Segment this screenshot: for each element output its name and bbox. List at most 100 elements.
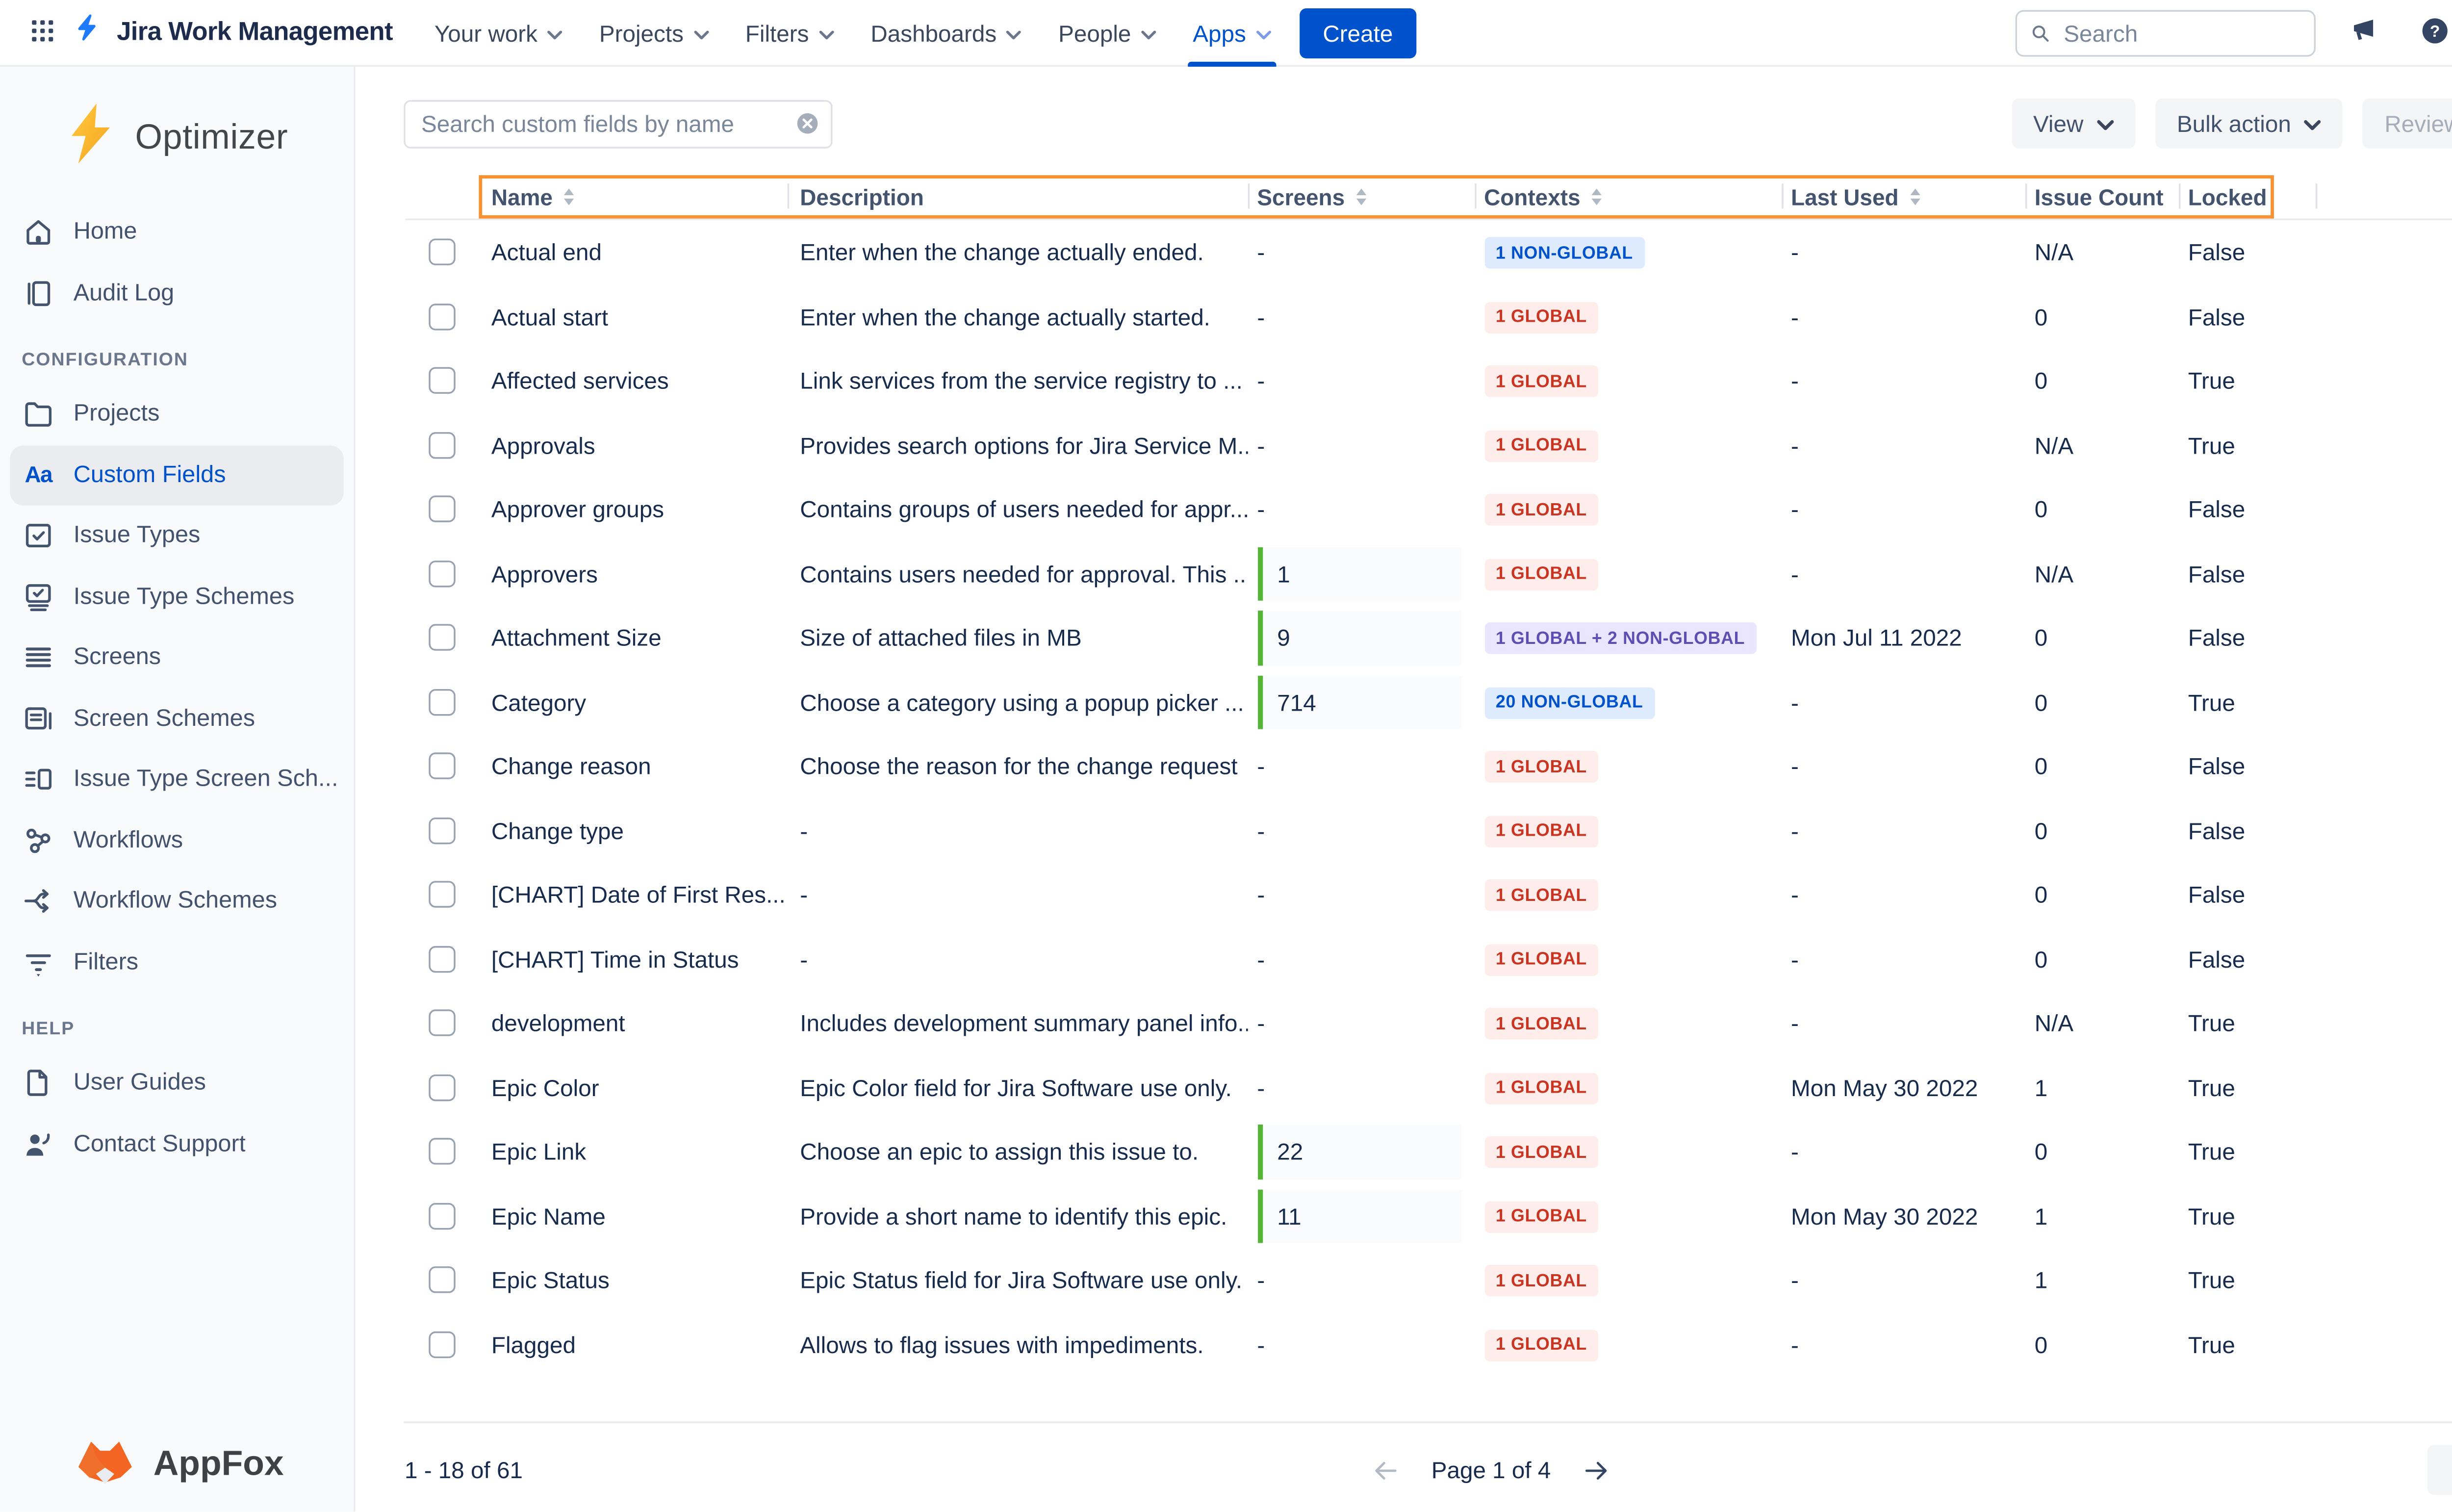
cell-issue-count: N/A <box>2024 560 2178 587</box>
menu-people[interactable]: People <box>1040 0 1175 66</box>
review-changes-button[interactable]: Review changes <box>2363 99 2452 149</box>
cell-checkbox <box>405 477 478 541</box>
cell-last-used-value: - <box>1791 1138 1799 1165</box>
app-switcher-button[interactable] <box>17 7 67 57</box>
sidebar-item-audit-log[interactable]: Audit Log <box>10 263 343 324</box>
menu-filters[interactable]: Filters <box>727 0 852 66</box>
column-header-screens[interactable]: Screens <box>1247 184 1474 209</box>
sort-icon[interactable] <box>1592 188 1602 206</box>
table-row: Epic StatusEpic Status field for Jira So… <box>405 1248 2452 1312</box>
sidebar-item-issue-type-schemes[interactable]: Issue Type Schemes <box>10 566 343 627</box>
sidebar-item-contact-support[interactable]: Contact Support <box>10 1114 343 1175</box>
cell-contexts: 1 GLOBAL <box>1474 364 1781 397</box>
row-checkbox[interactable] <box>428 881 455 908</box>
sort-icon[interactable] <box>1910 188 1920 206</box>
sidebar-item-projects[interactable]: Projects <box>10 384 343 444</box>
menu-your-work[interactable]: Your work <box>416 0 581 66</box>
sidebar-item-screens[interactable]: Screens <box>10 627 343 688</box>
bulk-action-button[interactable]: Bulk action <box>2155 99 2343 149</box>
row-checkbox[interactable] <box>428 753 455 779</box>
row-checkbox[interactable] <box>428 496 455 522</box>
row-checkbox[interactable] <box>428 239 455 265</box>
sort-icon[interactable] <box>1356 188 1366 206</box>
cell-last-used-value: - <box>1791 1331 1799 1358</box>
menu-dashboards[interactable]: Dashboards <box>852 0 1040 66</box>
row-checkbox[interactable] <box>428 1010 455 1036</box>
cell-locked-value: True <box>2188 1010 2235 1036</box>
custom-fields-search-input[interactable] <box>403 99 832 148</box>
row-checkbox[interactable] <box>428 689 455 715</box>
cell-checkbox <box>405 734 478 798</box>
screens-count-value: 714 <box>1277 689 1316 715</box>
custom-fields-toolbar: View Bulk action Review changes <box>403 99 2452 149</box>
cell-locked-value: False <box>2188 560 2245 587</box>
next-page-button[interactable] <box>1579 1452 1614 1487</box>
cell-locked: False <box>2178 624 2273 651</box>
sidebar-item-filters[interactable]: Filters <box>10 932 343 993</box>
sidebar-item-screen-schemes[interactable]: Screen Schemes <box>10 688 343 749</box>
row-checkbox[interactable] <box>428 1074 455 1101</box>
cell-contexts: 1 GLOBAL <box>1474 429 1781 461</box>
sidebar-item-label: Issue Type Screen Sch... <box>74 766 338 793</box>
row-checkbox[interactable] <box>428 303 455 330</box>
cell-issue-count: N/A <box>2024 1010 2178 1036</box>
chevron-down-icon <box>1141 29 1156 39</box>
sort-icon[interactable] <box>564 188 574 206</box>
screens-empty: - <box>1247 1267 1265 1293</box>
sidebar-item-user-guides[interactable]: User Guides <box>10 1053 343 1114</box>
cell-last-used: - <box>1781 1331 2025 1358</box>
cell-locked-value: False <box>2188 239 2245 265</box>
column-header-label: Last Used <box>1791 184 1899 209</box>
notifications-button[interactable] <box>2337 7 2387 57</box>
view-button[interactable]: View <box>2012 99 2135 149</box>
table-header-row: NameDescriptionScreensContextsLast UsedI… <box>405 175 2452 220</box>
table-row: [CHART] Date of First Res...--1 GLOBAL-0… <box>405 863 2452 927</box>
sidebar-item-workflow-schemes[interactable]: Workflow Schemes <box>10 871 343 932</box>
cell-last-used-value: - <box>1791 367 1799 394</box>
column-header-last-used[interactable]: Last Used <box>1781 184 2025 209</box>
cell-locked: True <box>2178 1331 2273 1358</box>
previous-page-button[interactable] <box>1368 1452 1403 1487</box>
cell-contexts: 1 GLOBAL <box>1474 1264 1781 1296</box>
screens-count-value: 1 <box>1277 560 1290 587</box>
cell-last-used: - <box>1781 1138 2025 1165</box>
cell-checkbox <box>405 927 478 991</box>
clear-search-icon[interactable] <box>795 111 818 134</box>
sidebar-item-workflows[interactable]: Workflows <box>10 810 343 871</box>
cell-last-used: - <box>1781 1010 2025 1036</box>
sidebar-item-custom-fields[interactable]: AaCustom Fields <box>10 445 343 506</box>
row-checkbox[interactable] <box>428 560 455 587</box>
row-checkbox[interactable] <box>428 432 455 458</box>
row-checkbox[interactable] <box>428 1203 455 1229</box>
row-checkbox[interactable] <box>428 817 455 844</box>
screens-empty: - <box>1247 881 1265 908</box>
row-checkbox[interactable] <box>428 367 455 394</box>
sidebar-item-issue-type-screen-sch[interactable]: Issue Type Screen Sch... <box>10 749 343 810</box>
row-checkbox[interactable] <box>428 946 455 972</box>
menu-projects[interactable]: Projects <box>581 0 727 66</box>
cell-description-value: Enter when the change actually started. <box>800 303 1210 330</box>
global-search-input[interactable] <box>2016 9 2316 56</box>
column-header-description: Description <box>787 184 1247 209</box>
column-header-contexts[interactable]: Contexts <box>1474 184 1781 209</box>
help-button[interactable]: ? <box>2409 7 2452 57</box>
row-checkbox[interactable] <box>428 624 455 651</box>
cell-screens: - <box>1247 734 1474 798</box>
sidebar-item-home[interactable]: Home <box>10 202 343 263</box>
issue-types-icon <box>22 519 55 553</box>
menu-apps[interactable]: Apps <box>1175 0 1289 66</box>
cell-last-used: - <box>1781 817 2025 844</box>
cell-last-used: - <box>1781 367 2025 394</box>
export-button[interactable]: Export <box>2426 1445 2452 1495</box>
app-logo[interactable]: Jira Work Management <box>70 11 393 54</box>
home-icon <box>22 216 55 249</box>
table-row: Epic LinkChoose an epic to assign this i… <box>405 1120 2452 1184</box>
cell-name: Epic Name <box>478 1203 787 1229</box>
row-checkbox[interactable] <box>428 1138 455 1165</box>
cell-contexts: 20 NON-GLOBAL <box>1474 686 1781 718</box>
column-header-name[interactable]: Name <box>478 184 787 209</box>
sidebar-item-issue-types[interactable]: Issue Types <box>10 506 343 566</box>
create-button[interactable]: Create <box>1300 7 1416 57</box>
row-checkbox[interactable] <box>428 1267 455 1293</box>
row-checkbox[interactable] <box>428 1331 455 1358</box>
